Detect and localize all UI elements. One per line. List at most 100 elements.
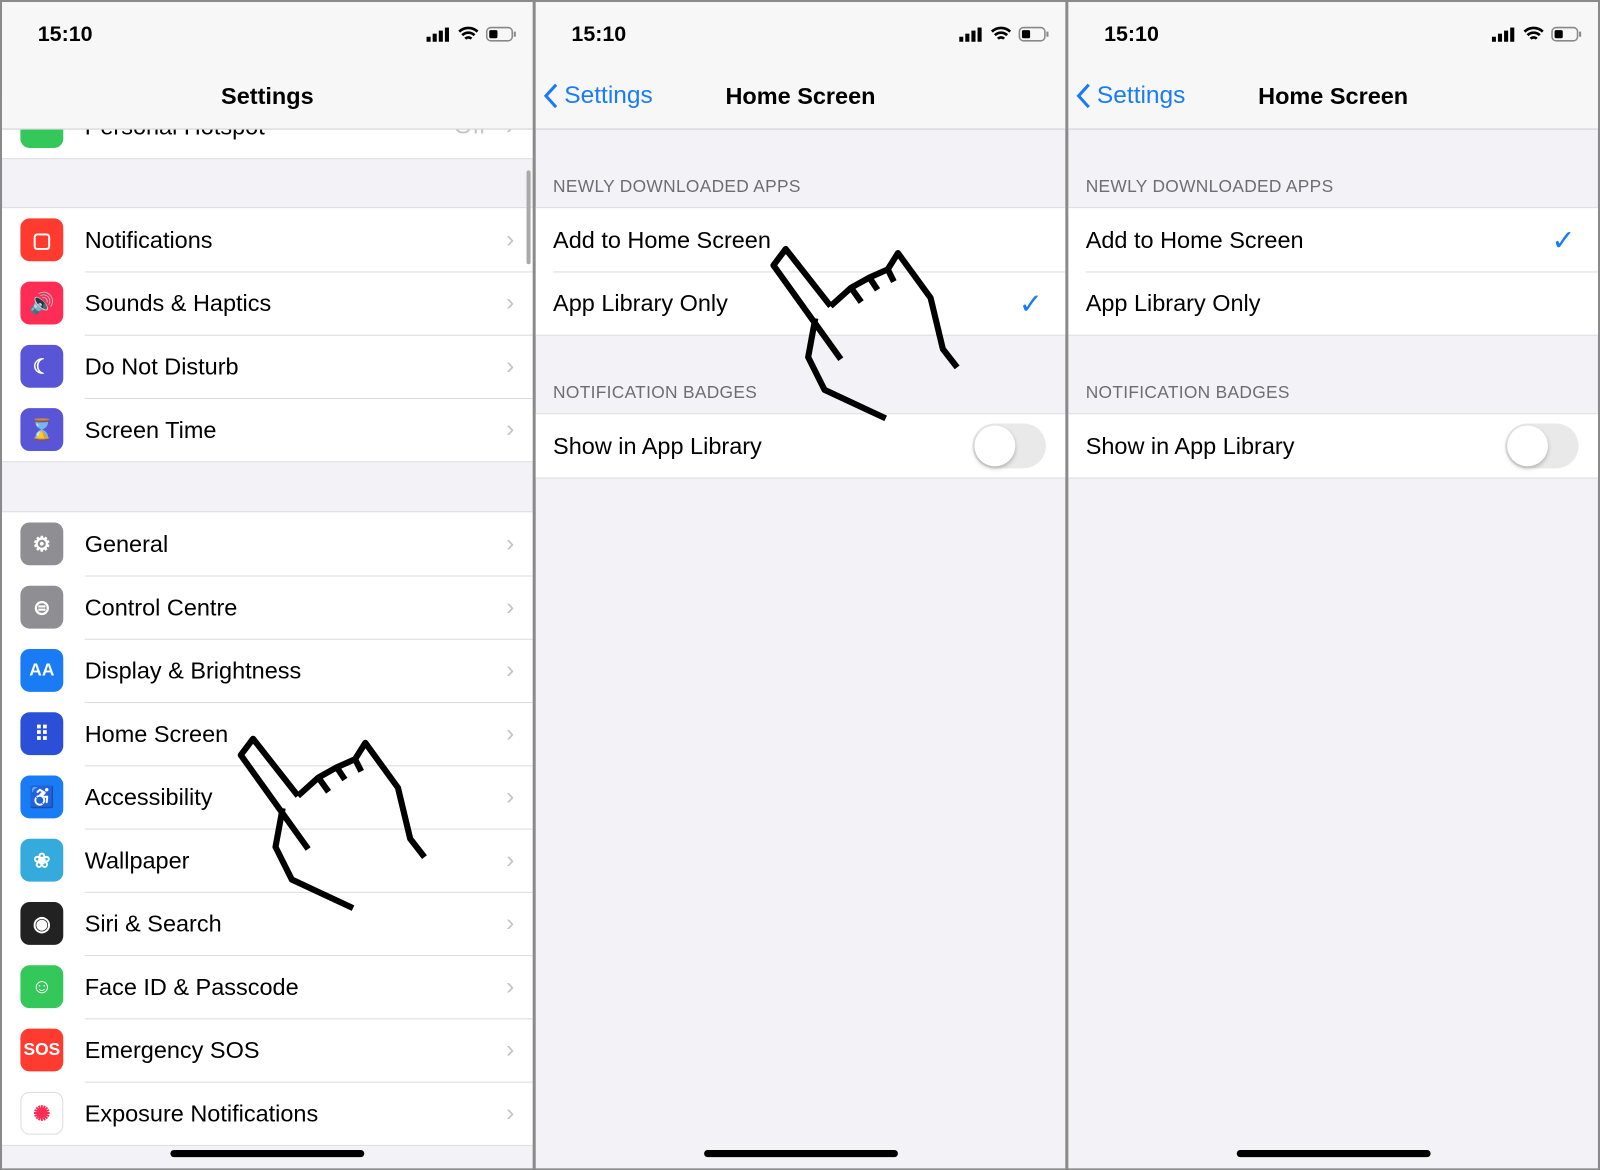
sos-icon: SOS (20, 1028, 64, 1072)
status-time: 15:10 (1104, 22, 1159, 46)
group-notification-badges: Show in App Library (535, 413, 1066, 479)
status-icons (959, 26, 1049, 42)
row-label: Exposure Notifications (84, 1099, 319, 1127)
show-in-app-library-toggle[interactable] (1505, 423, 1579, 469)
chevron-right-icon: › (506, 719, 515, 747)
settings-row-accessibility[interactable]: ♿ Accessibility › (2, 765, 533, 828)
settings-row-exposure-notifications[interactable]: ✺ Exposure Notifications › (2, 1081, 533, 1145)
page-title: Settings (221, 82, 314, 110)
status-time: 15:10 (37, 22, 93, 46)
battery-icon (485, 26, 516, 42)
flower-icon: ❀ (20, 838, 64, 882)
option-label: Add to Home Screen (1085, 226, 1304, 253)
home-screen-panel-after: 15:10 Settings Home Screen NEWLY DOWNLOA… (1068, 2, 1598, 1169)
home-grid-icon: ⠿ (20, 712, 64, 756)
wifi-icon (990, 26, 1012, 40)
settings-row-siri-search[interactable]: ◉ Siri & Search › (2, 891, 533, 955)
row-label: General (84, 530, 169, 557)
settings-row-sounds-haptics[interactable]: 🔊 Sounds & Haptics › (2, 271, 533, 334)
option-label: App Library Only (553, 289, 728, 316)
home-indicator (1236, 1149, 1431, 1158)
chevron-right-icon: › (506, 225, 515, 254)
home-screen-panel-before: 15:10 Settings Home Screen NEWLY DOWNLOA… (535, 2, 1066, 1169)
wifi-icon (1523, 26, 1544, 40)
chevron-right-icon: › (506, 909, 515, 937)
siri-icon: ◉ (20, 902, 64, 945)
row-label: Face ID & Passcode (84, 972, 299, 1000)
chevron-right-icon: › (506, 972, 515, 1000)
row-show-in-app-library: Show in App Library (536, 414, 1066, 477)
page-title: Home Screen (725, 82, 876, 110)
section-header-newly-downloaded: NEWLY DOWNLOADED APPS (1085, 176, 1334, 196)
chevron-right-icon: › (506, 288, 515, 317)
nav-bar: 15:10 Settings Home Screen (1068, 2, 1598, 130)
chevron-right-icon: › (506, 782, 515, 811)
group-general: ⚙ General › ⊜ Control Centre › AA Display & Bri… (2, 511, 533, 1146)
settings-row-emergency-sos[interactable]: SOS Emergency SOS › (2, 1018, 533, 1081)
chevron-right-icon: › (506, 352, 515, 380)
row-show-in-app-library: Show in App Library (1068, 414, 1598, 477)
exposure-icon: ✺ (20, 1091, 64, 1135)
toggles-icon: ⊜ (20, 585, 64, 629)
section-header-notification-badges: NOTIFICATION BADGES (553, 382, 758, 403)
scrollbar[interactable] (526, 170, 531, 265)
settings-row-home-screen[interactable]: ⠿ Home Screen › (2, 702, 533, 765)
chevron-right-icon: › (506, 1098, 515, 1127)
group-notifications: ▢ Notifications › 🔊 Sounds & Haptics › ☾ Do Not… (2, 207, 533, 463)
row-label: Notifications (84, 226, 213, 253)
signal-icon (1491, 27, 1515, 42)
row-label: Wallpaper (84, 846, 190, 873)
face-id-icon: ☺ (20, 965, 64, 1009)
chevron-right-icon: › (506, 656, 515, 684)
row-label: Do Not Disturb (84, 352, 239, 380)
option-label: Add to Home Screen (553, 226, 771, 253)
wifi-icon (458, 26, 479, 40)
row-label: Siri & Search (84, 909, 222, 937)
section-header-newly-downloaded: NEWLY DOWNLOADED APPS (553, 176, 801, 196)
signal-icon (426, 27, 449, 42)
moon-icon: ☾ (20, 344, 64, 388)
chevron-right-icon: › (506, 592, 515, 621)
status-icons (426, 26, 517, 42)
status-time: 15:10 (571, 22, 627, 46)
group-newly-downloaded: Add to Home Screen ✓ App Library Only✓ (1068, 207, 1598, 336)
option-add-to-home-screen[interactable]: Add to Home Screen✓ (536, 208, 1066, 271)
settings-row-control-centre[interactable]: ⊜ Control Centre › (2, 575, 533, 639)
option-app-library-only[interactable]: App Library Only✓ (1068, 271, 1598, 334)
settings-row-face-id-passcode[interactable]: ☺ Face ID & Passcode › (2, 955, 533, 1018)
hourglass-icon: ⌛ (20, 408, 64, 452)
settings-row-wallpaper[interactable]: ❀ Wallpaper › (2, 828, 533, 892)
settings-row-notifications[interactable]: ▢ Notifications › (2, 208, 533, 271)
option-app-library-only[interactable]: App Library Only ✓ (536, 271, 1066, 334)
battery-icon (1551, 26, 1582, 42)
row-label: Control Centre (84, 593, 238, 620)
show-in-app-library-toggle[interactable] (972, 423, 1046, 469)
settings-row-screen-time[interactable]: ⌛ Screen Time › (2, 397, 533, 461)
checkmark-icon: ✓ (1018, 287, 1043, 319)
section-header-notification-badges: NOTIFICATION BADGES (1085, 382, 1290, 403)
accessibility-icon: ♿ (20, 775, 64, 819)
row-label: Display & Brightness (84, 656, 302, 684)
option-label: Show in App Library (553, 432, 762, 459)
option-add-to-home-screen[interactable]: Add to Home Screen ✓ (1068, 208, 1598, 271)
settings-row-do-not-disturb[interactable]: ☾ Do Not Disturb › (2, 334, 533, 398)
chevron-right-icon: › (506, 529, 515, 558)
chevron-right-icon: › (506, 1035, 515, 1064)
settings-panel: 15:10 Settings Personal Hotspot Off › ▢N… (2, 2, 533, 1169)
home-indicator (170, 1149, 365, 1158)
row-label: Screen Time (84, 415, 217, 443)
row-label: Home Screen (84, 719, 229, 747)
home-indicator (703, 1149, 898, 1158)
group-notification-badges: Show in App Library (1068, 413, 1598, 479)
nav-bar: 15:10 Settings (2, 2, 533, 130)
status-icons (1491, 26, 1582, 42)
battery-icon (1018, 26, 1049, 42)
nav-bar: 15:10 Settings Home Screen (535, 2, 1066, 130)
chevron-right-icon: › (506, 415, 515, 443)
group-newly-downloaded: Add to Home Screen✓ App Library Only ✓ (535, 207, 1066, 336)
checkmark-icon: ✓ (1551, 223, 1576, 256)
chevron-right-icon: › (506, 845, 515, 874)
settings-row-general[interactable]: ⚙ General › (2, 512, 533, 575)
settings-row-display-brightness[interactable]: AA Display & Brightness › (2, 638, 533, 702)
text-size-icon: AA (20, 648, 64, 692)
